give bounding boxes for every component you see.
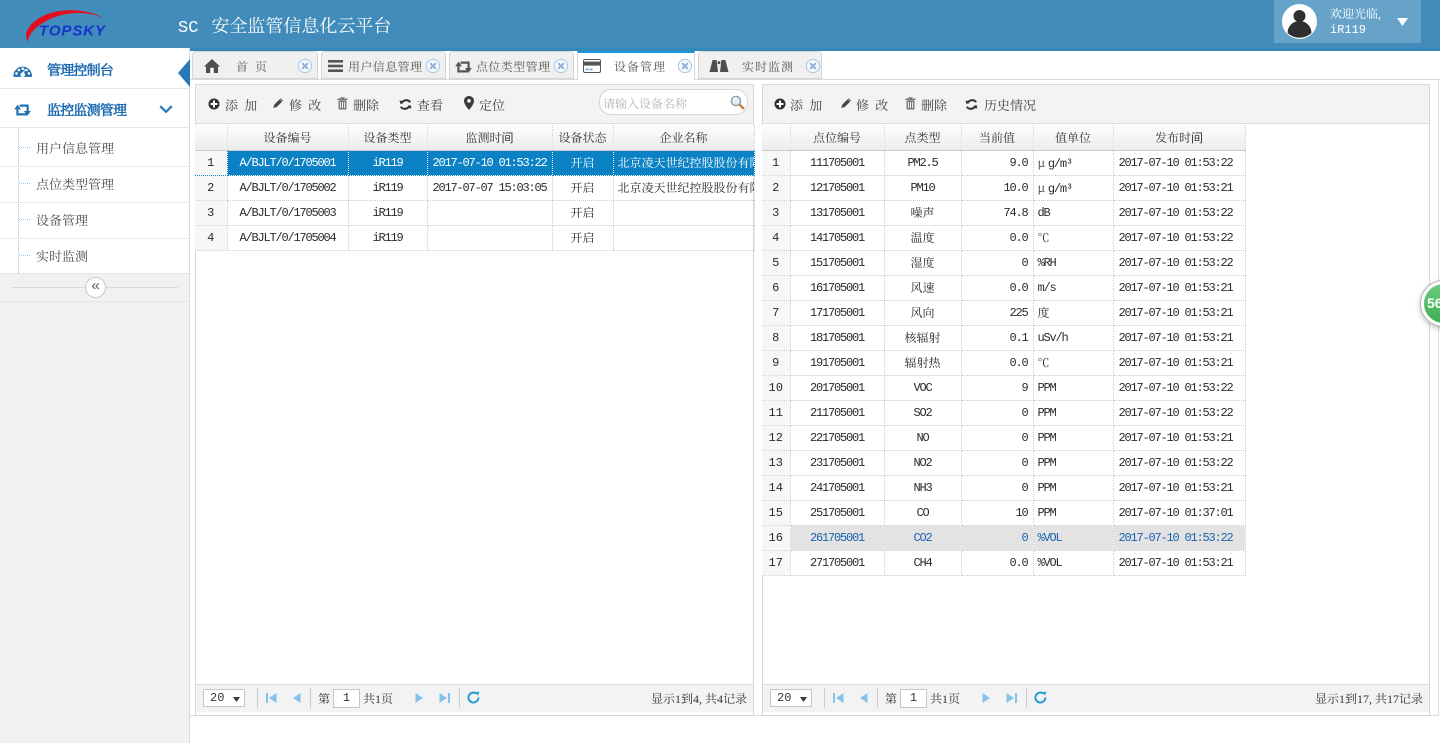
svg-text:TOPSKY: TOPSKY [39,23,107,40]
